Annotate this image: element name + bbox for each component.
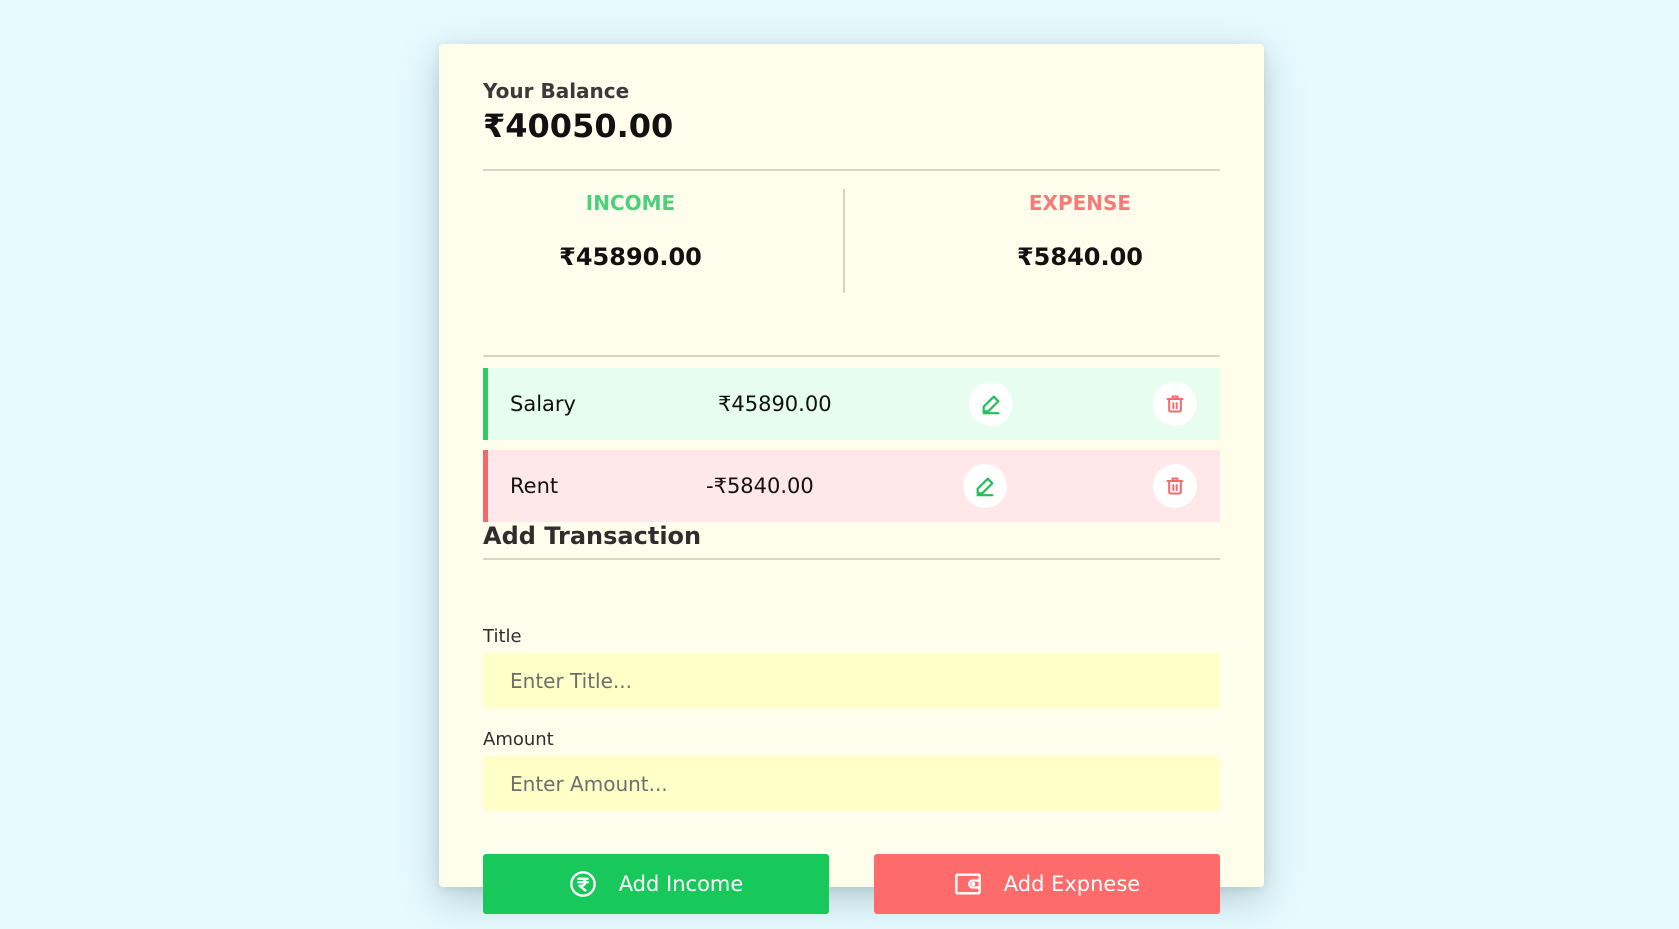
pencil-icon <box>976 477 994 497</box>
transaction-item-salary: Salary ₹45890.00 <box>483 368 1220 440</box>
delete-button[interactable] <box>1153 382 1197 426</box>
wallet-icon <box>954 871 982 897</box>
transaction-title: Salary <box>510 392 576 416</box>
rupee-circle-icon <box>569 870 597 898</box>
expense-tracker-card: Your Balance ₹40050.00 INCOME ₹45890.00 … <box>439 44 1264 914</box>
transaction-amount: ₹45890.00 <box>718 392 832 416</box>
income-summary-label: INCOME <box>585 191 676 215</box>
transaction-title: Rent <box>510 474 559 498</box>
trash-icon <box>1166 477 1184 495</box>
expense-summary-amount: ₹5840.00 <box>1016 243 1143 271</box>
amount-input[interactable] <box>483 756 1220 811</box>
expense-summary-label: EXPENSE <box>1028 191 1132 215</box>
pencil-icon <box>982 395 1000 415</box>
add-expense-label: Add Expnese <box>1003 872 1141 896</box>
transaction-item-rent: Rent -₹5840.00 <box>483 450 1220 522</box>
amount-field-label: Amount <box>483 729 554 750</box>
balance-label: Your Balance <box>483 79 630 103</box>
income-expense-summary: INCOME ₹45890.00 EXPENSE ₹5840.00 <box>483 169 1220 357</box>
income-summary-amount: ₹45890.00 <box>559 243 702 271</box>
add-expense-button[interactable]: Add Expnese <box>874 854 1220 914</box>
trash-icon <box>1166 395 1184 413</box>
transaction-amount: -₹5840.00 <box>706 474 814 498</box>
delete-button[interactable] <box>1153 464 1197 508</box>
title-field-label: Title <box>483 626 522 647</box>
balance-value: ₹40050.00 <box>483 107 674 145</box>
expense-summary: EXPENSE ₹5840.00 <box>845 171 1315 271</box>
add-transaction-heading: Add Transaction <box>483 522 1220 560</box>
title-input[interactable] <box>483 653 1220 708</box>
income-summary: INCOME ₹45890.00 <box>483 171 778 271</box>
edit-button[interactable] <box>963 464 1007 508</box>
add-income-button[interactable]: Add Income <box>483 854 829 914</box>
edit-button[interactable] <box>969 382 1013 426</box>
add-income-label: Add Income <box>618 872 744 896</box>
